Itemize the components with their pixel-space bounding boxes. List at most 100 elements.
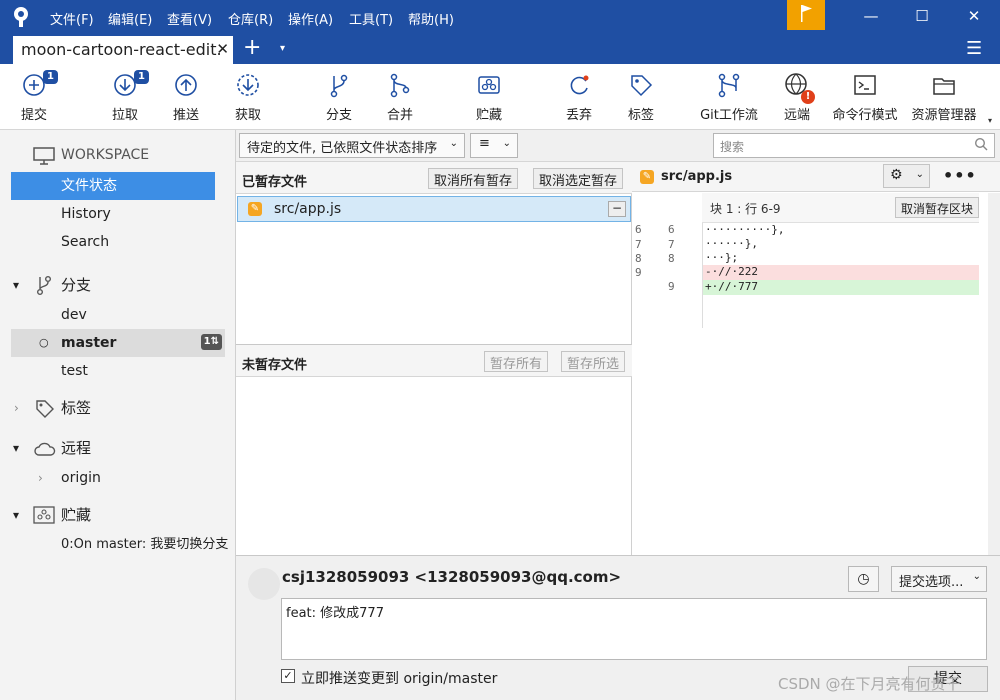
diff-scrollbar[interactable] [988, 193, 1000, 555]
hunk-header: 块 1 : 行 6-9 取消暂存区块 [702, 193, 979, 223]
menu-edit[interactable]: 编辑(E) [108, 9, 152, 28]
commit-history-button[interactable]: ◷ [848, 566, 879, 592]
sidebar-item-label: History [61, 206, 111, 222]
branch-item-test[interactable]: test [0, 357, 236, 385]
discard-icon [570, 75, 589, 95]
close-window-button[interactable]: ✕ [948, 0, 1000, 33]
staged-file-name: src/app.js [274, 201, 342, 217]
flag-icon [801, 5, 812, 22]
sidebar-item-label: 文件状态 [61, 178, 117, 194]
branch-label: dev [61, 307, 87, 323]
unstage-selected-button[interactable]: 取消选定暂存 [533, 168, 624, 189]
watermark: CSDN @在下月亮有何贵干 [778, 675, 961, 693]
stash-item[interactable]: 0:On master: 我要切换分支 [0, 531, 236, 559]
chevron-down-icon[interactable]: ▾ [13, 501, 19, 529]
branches-title: 分支 [61, 276, 92, 294]
repo-tab-label: moon-cartoon-react-edit. [21, 40, 222, 59]
discard-label: 丢弃 [565, 108, 592, 123]
search-input[interactable]: 搜索 [713, 133, 995, 158]
stage-selected-button[interactable]: 暂存所选 [561, 351, 626, 372]
push-button[interactable]: 推送 [168, 70, 204, 128]
push-immediately-checkbox[interactable]: ✓ [281, 669, 295, 683]
terminal-button[interactable]: 命令行模式 [832, 70, 898, 128]
diff-settings-button[interactable]: ⚙ ⌄ [883, 164, 930, 188]
unstage-all-button[interactable]: 取消所有暂存 [428, 168, 519, 189]
close-tab-icon[interactable]: ✕ [216, 40, 229, 58]
remote-item-origin[interactable]: › origin [0, 464, 236, 492]
repo-tab[interactable]: moon-cartoon-react-edit. ✕ [13, 36, 233, 64]
stashes-header[interactable]: ▾ 贮藏 [0, 501, 236, 529]
terminal-label: 命令行模式 [832, 108, 898, 123]
git-flow-button[interactable]: Git工作流 [697, 70, 761, 128]
unstaged-header: 未暂存文件 暂存所有 暂存所选 [236, 345, 632, 377]
toolbar: 1 提交 1 拉取 推送 获取 分支 合并 贮藏 丢弃 标签 Git工作流 ! [0, 64, 1000, 130]
branch-icon [330, 74, 348, 98]
flag-button[interactable] [787, 0, 825, 30]
diff-panel: ✎ src/app.js ⚙ ⌄ ••• 6 6 7 7 8 8 9 9 块 1… [632, 162, 1000, 555]
staged-header: 已暂存文件 取消所有暂存 取消选定暂存 [236, 162, 632, 194]
stash-button[interactable]: 贮藏 [471, 70, 507, 128]
chevron-down-icon: ⌄ [915, 169, 924, 180]
commit-message-input[interactable]: feat: 修改成777 [281, 598, 987, 660]
view-mode-select[interactable]: ≡ ⌄ [470, 133, 518, 158]
gear-icon: ⚙ [890, 167, 903, 183]
commit-options-select[interactable]: 提交选项... ⌄ [891, 566, 987, 592]
push-icon [175, 74, 197, 96]
tags-header[interactable]: › 标签 [0, 394, 236, 422]
chevron-down-icon[interactable]: ▾ [13, 271, 19, 299]
cloud-icon [34, 442, 56, 456]
remote-button[interactable]: ! 远端 [779, 70, 815, 128]
diff-line-removed: -·//·222 [703, 265, 979, 280]
menu-tools[interactable]: 工具(T) [349, 9, 393, 28]
terminal-icon [854, 75, 876, 95]
list-view-icon: ≡ [479, 136, 490, 151]
current-branch-icon: ○ [39, 336, 49, 349]
tag-button[interactable]: 标签 [623, 70, 659, 128]
merge-label: 合并 [386, 108, 413, 123]
workspace-title: WORKSPACE [61, 147, 150, 163]
chevron-right-icon[interactable]: › [14, 394, 19, 422]
remotes-header[interactable]: ▾ 远程 [0, 434, 236, 462]
branches-header[interactable]: ▾ 分支 [0, 271, 236, 299]
new-tab-button[interactable]: + [243, 35, 261, 60]
branch-item-dev[interactable]: dev [0, 301, 236, 329]
pull-badge: 1 [134, 70, 149, 84]
menu-view[interactable]: 查看(V) [167, 9, 212, 28]
discard-button[interactable]: 丢弃 [561, 70, 597, 128]
minimize-button[interactable]: — [845, 0, 897, 33]
hamburger-menu-icon[interactable]: ☰ [966, 38, 982, 59]
merge-icon [390, 73, 410, 98]
explorer-button[interactable]: 资源管理器 [911, 70, 977, 128]
modified-file-icon: ✎ [248, 202, 262, 216]
merge-button[interactable]: 合并 [382, 70, 418, 128]
fetch-button[interactable]: 获取 [230, 70, 266, 128]
maximize-button[interactable]: ☐ [896, 0, 948, 33]
branch-item-master[interactable]: ○ master 1⇅ [11, 329, 225, 357]
sidebar-item-file-status[interactable]: 文件状态 [11, 172, 215, 200]
line-number-gutter: 6 6 7 7 8 8 9 9 [632, 193, 703, 328]
branch-button[interactable]: 分支 [321, 70, 357, 128]
more-options-icon[interactable]: ••• [943, 166, 977, 185]
chevron-down-icon[interactable]: ▾ [13, 434, 19, 462]
menu-file[interactable]: 文件(F) [50, 9, 94, 28]
chevron-down-icon: ⌄ [502, 138, 511, 149]
unstage-hunk-button[interactable]: 取消暂存区块 [894, 197, 979, 218]
chevron-right-icon[interactable]: › [38, 464, 43, 492]
tab-dropdown-icon[interactable]: ▾ [280, 43, 285, 54]
toolbar-overflow-icon[interactable]: ▾ [988, 116, 992, 125]
stage-all-button[interactable]: 暂存所有 [484, 351, 549, 372]
menu-help[interactable]: 帮助(H) [408, 9, 454, 28]
pull-button[interactable]: 1 拉取 [107, 70, 149, 128]
unstage-file-button[interactable]: − [608, 201, 626, 217]
new-line-number: 6 [668, 223, 675, 236]
staged-file-row[interactable]: ✎ src/app.js − [237, 196, 631, 222]
file-sort-select[interactable]: 待定的文件, 已依照文件状态排序 ⌄ [239, 133, 465, 158]
new-line-number: 8 [668, 252, 675, 265]
menu-repository[interactable]: 仓库(R) [228, 9, 273, 28]
sidebar-item-history[interactable]: History [0, 200, 236, 228]
menu-actions[interactable]: 操作(A) [288, 9, 333, 28]
commit-button[interactable]: 1 提交 [16, 70, 58, 128]
sidebar-item-search[interactable]: Search [0, 228, 236, 256]
avatar [248, 568, 280, 600]
fetch-label: 获取 [234, 108, 261, 123]
